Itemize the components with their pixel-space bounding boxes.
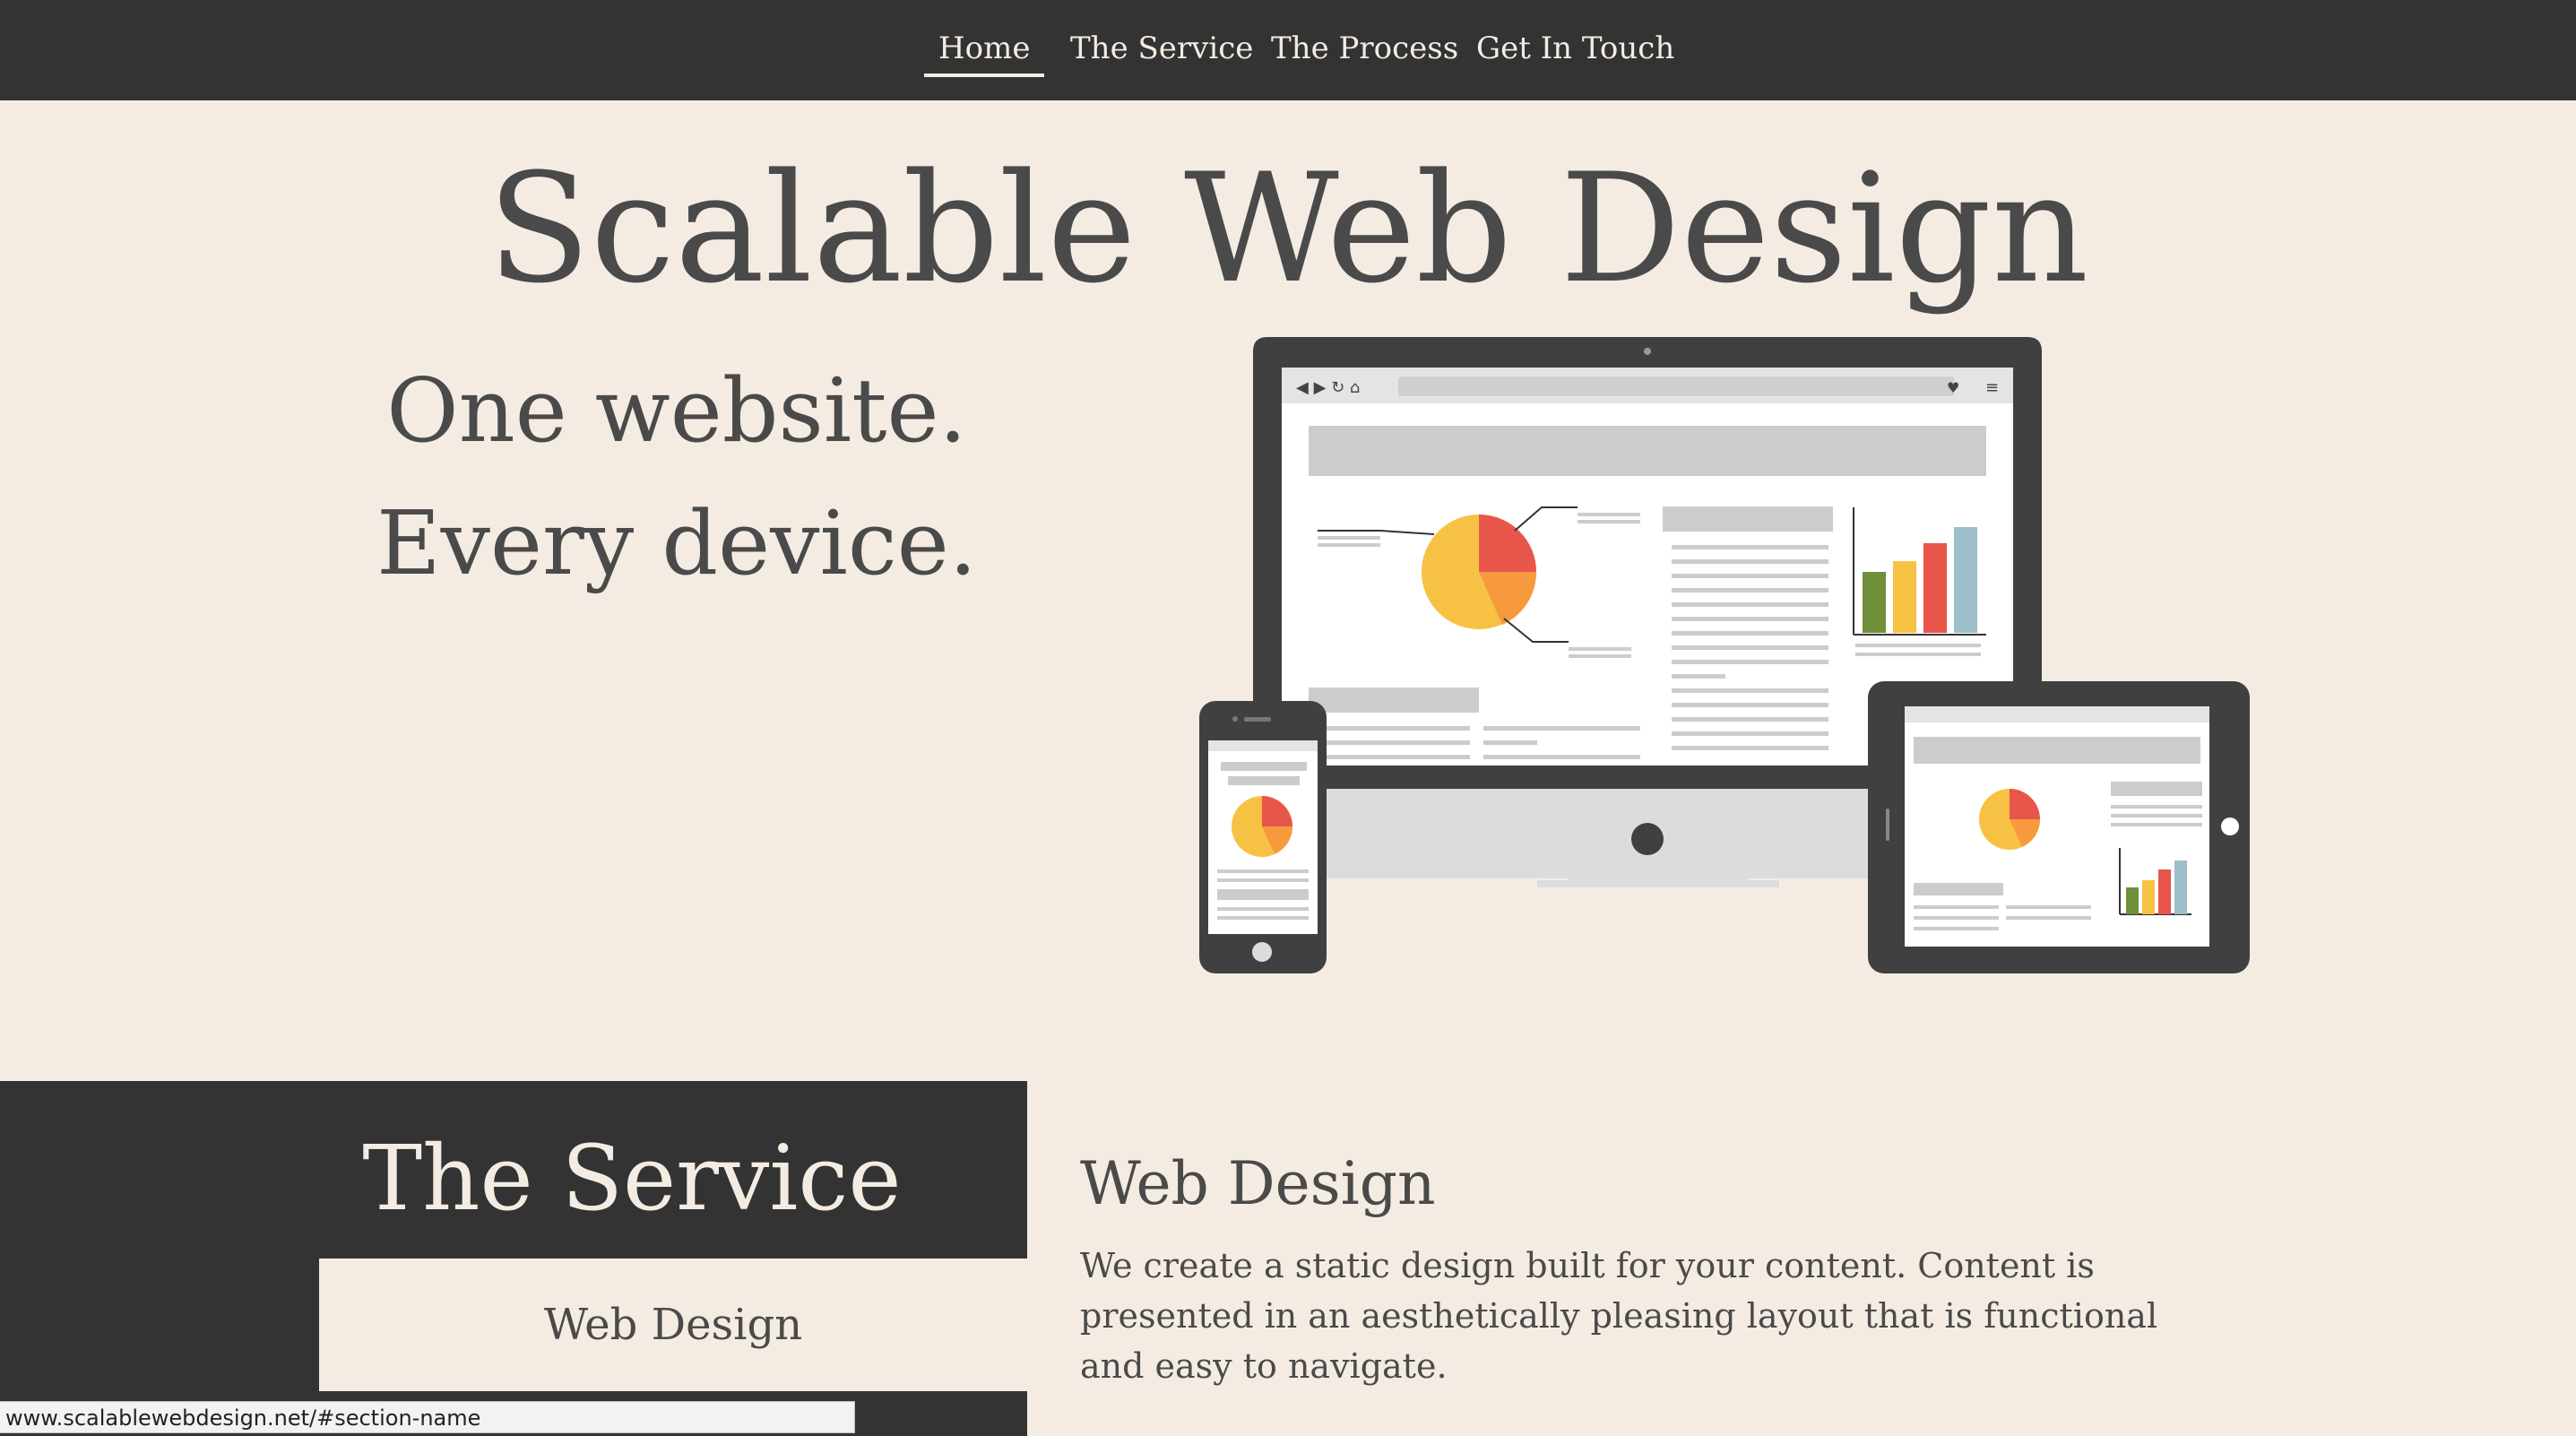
- content-title: Web Design: [1080, 1149, 1436, 1218]
- tab-web-design[interactable]: Web Design: [319, 1259, 1027, 1391]
- nav-the-process[interactable]: The Process: [1271, 22, 1458, 75]
- nav-the-service[interactable]: The Service: [1070, 22, 1253, 75]
- hero-title: Scalable Web Design: [487, 141, 2089, 316]
- service-heading: The Service: [362, 1126, 902, 1231]
- devices-illustration: ◀ ▶ ↻ ⌂ ♥ ≡: [1199, 337, 2250, 973]
- phone-illustration: [1199, 701, 1327, 973]
- tablet-illustration: [1868, 681, 2250, 973]
- svg-text:≡: ≡: [1985, 378, 1999, 397]
- top-nav: Home The Service The Process Get In Touc…: [0, 0, 2576, 100]
- svg-text:◀ ▶ ↻ ⌂: ◀ ▶ ↻ ⌂: [1296, 378, 1360, 397]
- nav-home[interactable]: Home: [923, 22, 1046, 77]
- hero-tagline: One website. Every device.: [376, 360, 977, 595]
- status-bar-url: www.scalablewebdesign.net/#section-name: [0, 1401, 855, 1433]
- svg-text:♥: ♥: [1947, 379, 1959, 396]
- nav-get-in-touch[interactable]: Get In Touch: [1476, 22, 1674, 75]
- content-text: We create a static design built for your…: [1080, 1246, 2158, 1386]
